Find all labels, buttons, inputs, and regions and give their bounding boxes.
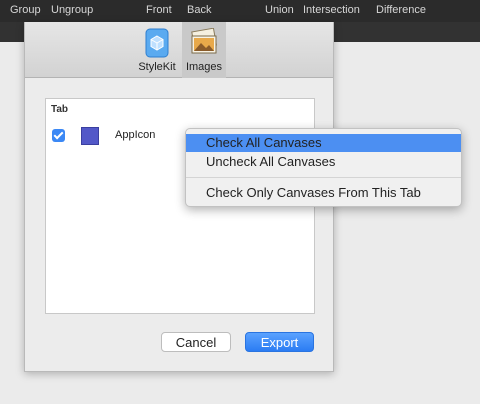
panel-title: Tab — [51, 104, 69, 115]
sheet-toolbar: StyleKit Images — [25, 22, 333, 78]
canvas-label: AppIcon — [115, 129, 156, 141]
front-button[interactable]: Front — [146, 4, 172, 16]
app-toolbar: Group Ungroup Front Back Union Intersect… — [0, 0, 480, 22]
menu-item-check-all[interactable]: Check All Canvases — [186, 134, 461, 152]
canvas-thumbnail — [81, 127, 99, 145]
back-button[interactable]: Back — [187, 4, 211, 16]
menu-item-check-only-tab[interactable]: Check Only Canvases From This Tab — [186, 184, 461, 202]
images-photo-icon — [191, 28, 217, 54]
appicon-checkbox[interactable] — [52, 129, 65, 142]
tab-stylekit[interactable]: StyleKit — [133, 22, 181, 78]
tab-images-label: Images — [185, 61, 223, 73]
context-menu: Check All Canvases Uncheck All Canvases … — [185, 128, 462, 207]
stylekit-cube-icon — [145, 28, 169, 58]
ungroup-button[interactable]: Ungroup — [51, 4, 93, 16]
union-button[interactable]: Union — [265, 4, 294, 16]
export-button[interactable]: Export — [245, 332, 314, 352]
tab-images[interactable]: Images — [182, 22, 226, 78]
difference-button[interactable]: Difference — [376, 4, 426, 16]
intersection-button[interactable]: Intersection — [303, 4, 360, 16]
tab-stylekit-label: StyleKit — [138, 61, 176, 73]
menu-item-uncheck-all[interactable]: Uncheck All Canvases — [186, 153, 461, 171]
group-button[interactable]: Group — [10, 4, 41, 16]
menu-separator — [186, 177, 461, 178]
cancel-button[interactable]: Cancel — [161, 332, 231, 352]
